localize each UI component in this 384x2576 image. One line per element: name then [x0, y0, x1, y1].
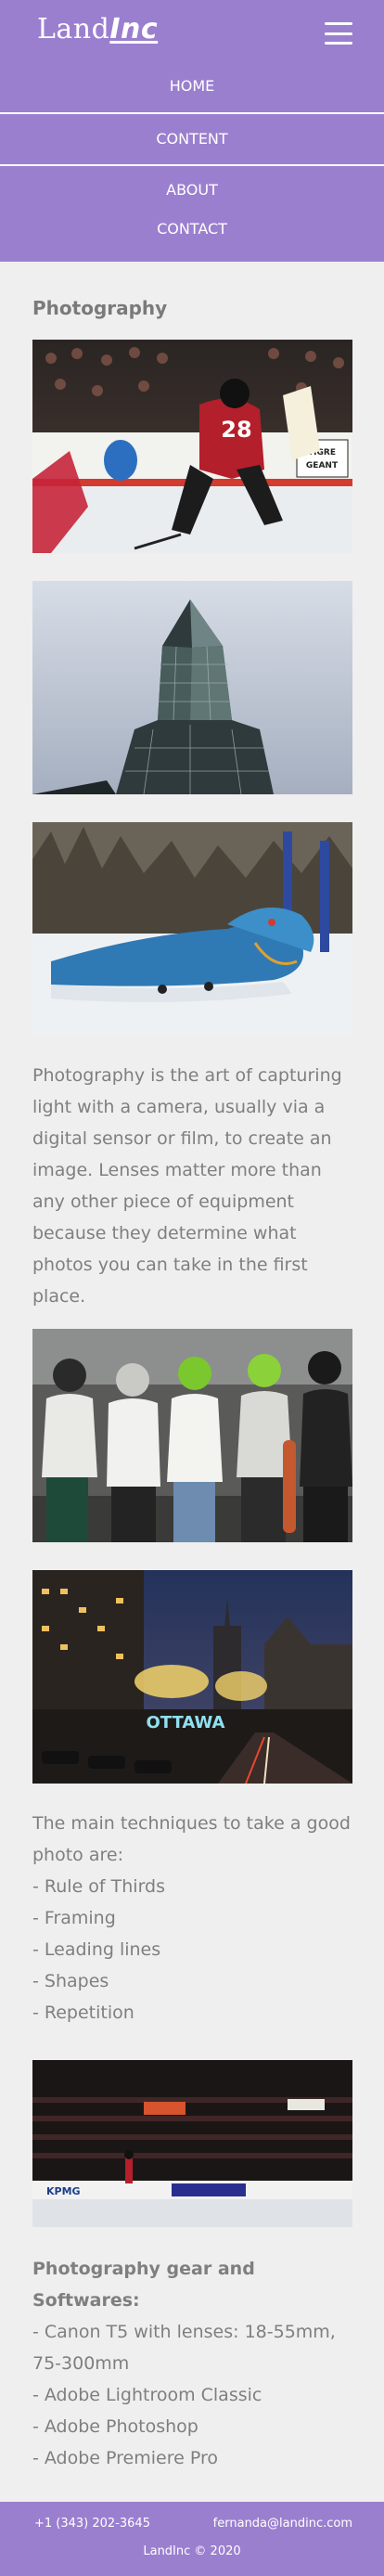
nav-item-home[interactable]: HOME	[0, 67, 384, 114]
photo-skaters	[32, 1329, 352, 1542]
photo-building	[32, 581, 352, 794]
top-bar: LandInc	[0, 0, 384, 67]
photo-arena: KPMG	[32, 2060, 352, 2227]
gear-item: - Canon T5 with lenses: 18-55mm, 75-300m…	[32, 2322, 336, 2374]
photo-hockey: TIGRE GEANT 28	[32, 340, 352, 553]
gear-heading: Photography gear and Softwares:	[32, 2259, 255, 2311]
page-title: Photography	[32, 297, 168, 319]
logo-land: Land	[37, 13, 110, 45]
gear-item: - Adobe Premiere Pro	[32, 2448, 218, 2468]
ottawa-sign: OTTAWA	[147, 1713, 225, 1732]
hamburger-menu-icon[interactable]	[325, 22, 352, 45]
logo[interactable]: LandInc	[37, 13, 158, 45]
gear-item: - Adobe Photoshop	[32, 2416, 198, 2437]
gear-item: - Adobe Lightroom Classic	[32, 2385, 262, 2405]
technique-item: - Framing	[32, 1908, 116, 1928]
footer-email[interactable]: fernanda@landinc.com	[213, 2517, 352, 2531]
jersey-number: 28	[221, 417, 251, 443]
main-nav: HOME CONTENT ABOUT CONTACT	[0, 67, 384, 262]
nav-item-about[interactable]: ABOUT	[0, 166, 384, 211]
techniques-heading: The main techniques to take a good photo…	[32, 1813, 351, 1865]
ad-kpmg: KPMG	[46, 2185, 81, 2197]
technique-item: - Rule of Thirds	[32, 1876, 166, 1897]
site-footer: +1 (343) 202-3645 fernanda@landinc.com L…	[0, 2502, 384, 2576]
logo-inc: Inc	[109, 13, 159, 45]
technique-item: - Leading lines	[32, 1939, 161, 1960]
technique-item: - Repetition	[32, 2003, 134, 2023]
intro-paragraph: Photography is the art of capturing ligh…	[32, 1065, 342, 1307]
footer-phone[interactable]: +1 (343) 202-3645	[34, 2517, 150, 2531]
ad-text-2: GEANT	[306, 461, 339, 470]
photo-ottawa: OTTAWA	[32, 1570, 352, 1784]
main-content: Photography TIGRE GEANT 28 Photography i…	[0, 297, 384, 2474]
technique-item: - Shapes	[32, 1971, 109, 1991]
nav-item-contact[interactable]: CONTACT	[0, 211, 384, 262]
footer-copyright: LandInc © 2020	[143, 2544, 241, 2558]
photo-dragon-boats	[32, 822, 352, 1036]
site-header: LandInc HOME CONTENT ABOUT CONTACT	[0, 0, 384, 262]
nav-item-content[interactable]: CONTENT	[0, 114, 384, 166]
